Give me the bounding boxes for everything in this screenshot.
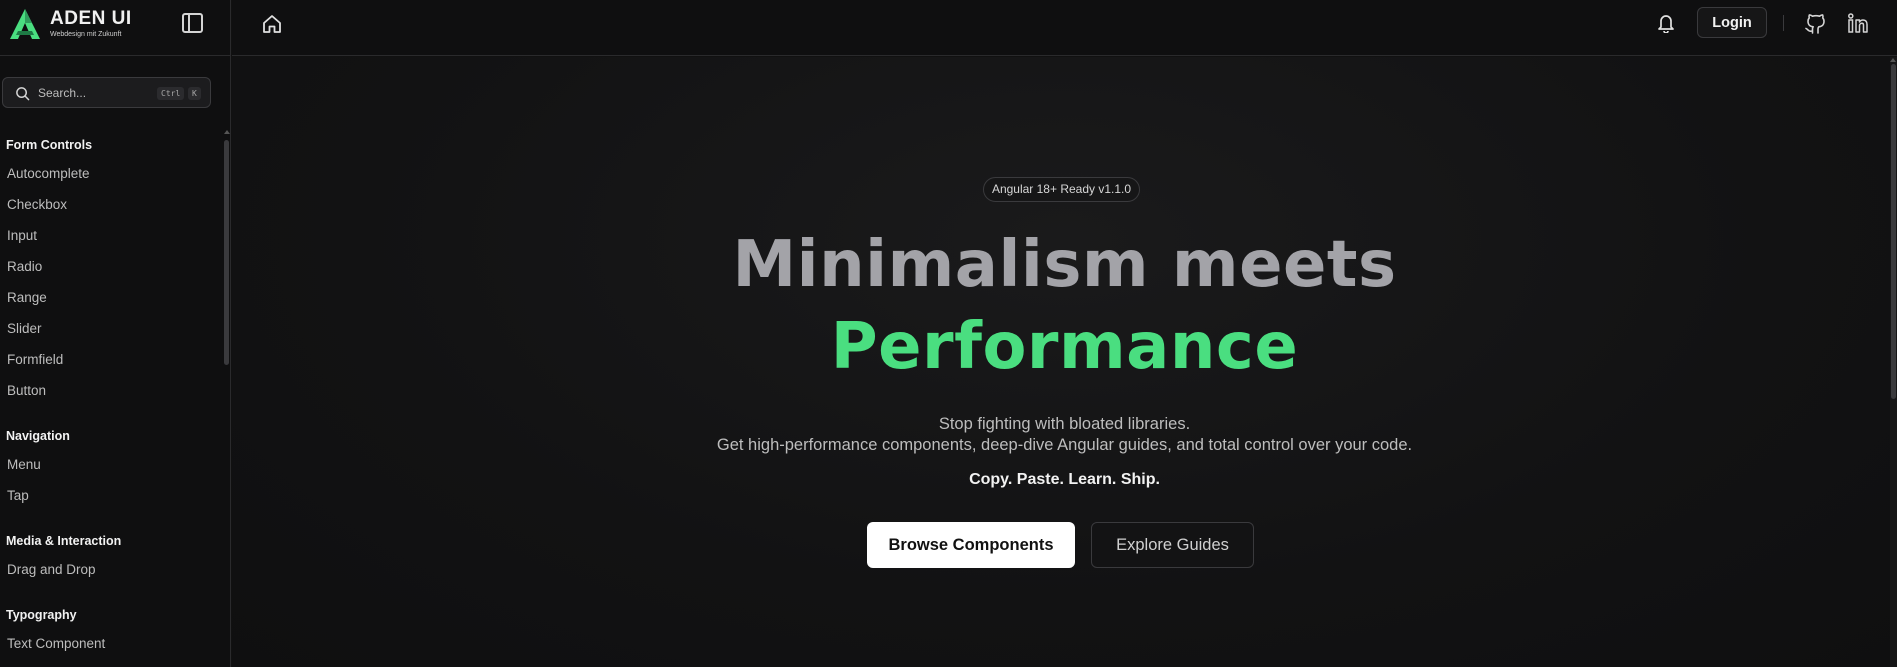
- nav-group-media-interaction: Media & Interaction: [6, 534, 122, 548]
- version-badge: Angular 18+ Ready v1.1.0: [983, 177, 1140, 202]
- search-box[interactable]: Ctrl K: [2, 77, 211, 108]
- sidebar-item-button[interactable]: Button: [7, 383, 46, 398]
- aden-logo-icon: [10, 9, 40, 39]
- app-root: ADEN UI Webdesign mit Zukunft Ctrl K For…: [0, 0, 1897, 667]
- bell-icon[interactable]: [1657, 13, 1675, 33]
- main-scroll-up-arrow[interactable]: [1890, 58, 1896, 62]
- hero-tagline: Copy. Paste. Learn. Ship.: [969, 471, 1160, 488]
- sidebar-item-tap[interactable]: Tap: [7, 488, 29, 503]
- linkedin-icon[interactable]: [1848, 13, 1868, 33]
- sidebar-toggle-icon[interactable]: [182, 13, 203, 33]
- brand[interactable]: ADEN UI Webdesign mit Zukunft: [8, 6, 132, 42]
- topbar-separator: [1783, 15, 1784, 31]
- explore-guides-button[interactable]: Explore Guides: [1091, 522, 1254, 568]
- home-icon[interactable]: [261, 13, 283, 35]
- sidebar-item-menu[interactable]: Menu: [7, 457, 41, 472]
- sidebar-item-text-component[interactable]: Text Component: [7, 636, 105, 651]
- hero-subtitle-line1: Stop fighting with bloated libraries.: [938, 415, 1191, 433]
- shortcut-k-key: K: [188, 87, 201, 100]
- brand-tagline: Webdesign mit Zukunft: [50, 31, 122, 38]
- github-icon[interactable]: [1805, 12, 1825, 34]
- sidebar-divider: [0, 55, 231, 56]
- hero-subtitle-line2: Get high-performance components, deep-di…: [716, 436, 1413, 454]
- browse-components-button[interactable]: Browse Components: [867, 522, 1075, 568]
- sidebar-item-drag-and-drop[interactable]: Drag and Drop: [7, 562, 96, 577]
- search-input[interactable]: [38, 84, 148, 102]
- nav-group-typography: Typography: [6, 608, 77, 622]
- search-icon: [16, 87, 30, 101]
- shortcut-ctrl-key: Ctrl: [157, 87, 185, 100]
- nav-group-form-controls: Form Controls: [6, 138, 93, 152]
- sidebar-item-checkbox[interactable]: Checkbox: [7, 197, 67, 212]
- brand-name: ADEN UI: [50, 8, 132, 29]
- brand-text: ADEN UI Webdesign mit Zukunft: [50, 9, 132, 39]
- login-button[interactable]: Login: [1697, 7, 1767, 38]
- hero-title-line1: Minimalism meets: [732, 228, 1397, 302]
- sidebar-item-autocomplete[interactable]: Autocomplete: [7, 166, 90, 181]
- hero-title-line2: Performance: [830, 310, 1299, 384]
- topbar: Login: [232, 0, 1897, 56]
- sidebar-scroll-up-arrow[interactable]: [224, 130, 230, 134]
